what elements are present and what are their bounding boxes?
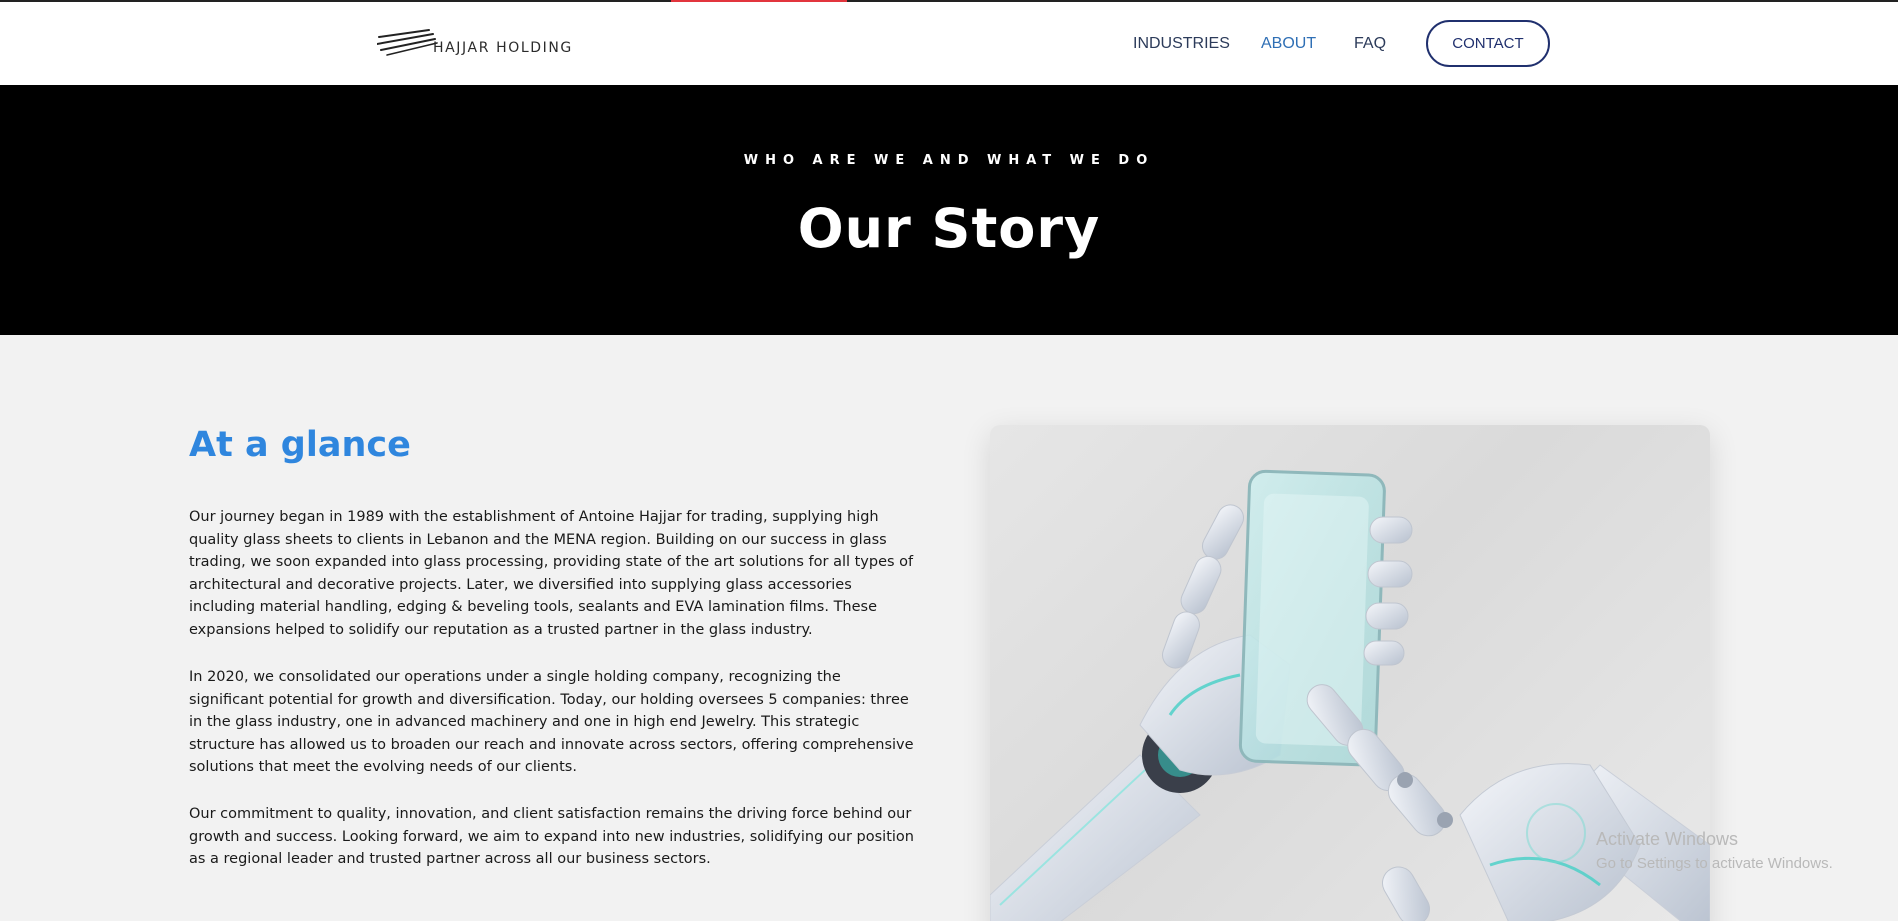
- logo[interactable]: HAJJAR HOLDING: [377, 28, 573, 58]
- section-title: At a glance: [189, 425, 411, 465]
- about-paragraph-1: Our journey began in 1989 with the estab…: [189, 509, 914, 638]
- about-paragraph-3: Our commitment to quality, innovation, a…: [189, 806, 914, 867]
- about-paragraph-2: In 2020, we consolidated our operations …: [189, 669, 914, 775]
- hero-banner: WHO ARE WE AND WHAT WE DO Our Story: [0, 85, 1898, 335]
- nav-faq[interactable]: FAQ: [1354, 35, 1386, 53]
- nav-about[interactable]: ABOUT: [1261, 35, 1316, 53]
- activate-title: Activate Windows: [1596, 829, 1739, 849]
- activate-subtitle: Go to Settings to activate Windows.: [1596, 855, 1833, 872]
- logo-text: HAJJAR HOLDING: [433, 40, 573, 56]
- site-header: HAJJAR HOLDING INDUSTRIES ABOUT FAQ CONT…: [0, 2, 1898, 85]
- hero-kicker: WHO ARE WE AND WHAT WE DO: [743, 153, 1155, 168]
- nav-industries[interactable]: INDUSTRIES: [1133, 35, 1230, 53]
- windows-activation-watermark: Activate Windows Go to Settings to activ…: [1596, 829, 1833, 872]
- watermark-ring: [1526, 803, 1586, 863]
- hajjar-logo-mark-icon: [377, 29, 438, 56]
- page-title: Our Story: [797, 197, 1101, 260]
- contact-button[interactable]: CONTACT: [1426, 20, 1550, 67]
